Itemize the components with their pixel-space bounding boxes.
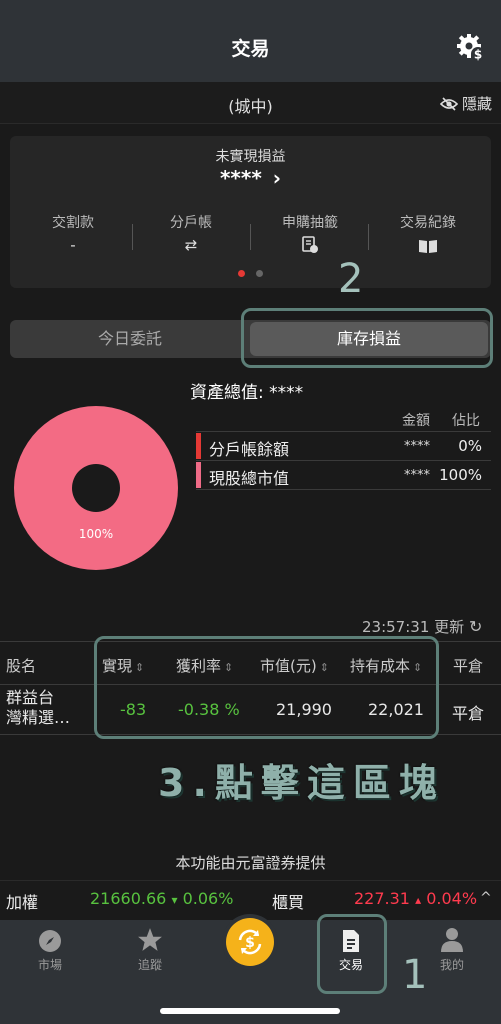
settlement-label[interactable]: 交割款 xyxy=(18,212,128,232)
exchange-coin-icon[interactable]: $ xyxy=(226,918,274,966)
ratio-header: 佔比 xyxy=(452,413,480,429)
index-value-otc: 227.31 ▴ 0.04% xyxy=(354,889,478,908)
legend-color-stock xyxy=(196,462,201,488)
annotation-box-2 xyxy=(241,308,493,368)
divider xyxy=(250,224,251,250)
hide-label: 隱藏 xyxy=(462,95,493,113)
page-dot[interactable] xyxy=(256,270,263,277)
divider xyxy=(196,460,491,461)
col-header-name: 股名 xyxy=(6,657,37,675)
unrealized-pnl-title: 未實現損益 xyxy=(215,149,286,165)
update-time: 23:57:31 xyxy=(362,618,430,636)
down-arrow-icon: ▾ xyxy=(171,893,178,907)
home-indicator xyxy=(160,1008,340,1014)
legend-label-cash: 分戶帳餘額 xyxy=(209,440,290,459)
refresh-icon: ↻ xyxy=(468,617,483,636)
swap-icon: ⇄ xyxy=(184,236,198,254)
index-value-taiex: 21660.66 ▾ 0.06% xyxy=(90,889,234,908)
annotation-box-1 xyxy=(317,914,387,994)
page-dot-active[interactable] xyxy=(238,270,245,277)
unrealized-pnl-value[interactable]: **** › xyxy=(10,166,491,190)
legend-ratio-cash: 0% xyxy=(458,437,482,455)
ipo-document-icon xyxy=(301,236,319,258)
eye-off-icon xyxy=(440,96,458,111)
col-header-close: 平倉 xyxy=(453,657,484,675)
annotation-box-3 xyxy=(94,636,439,739)
up-arrow-icon: ▴ xyxy=(415,893,422,907)
compass-icon[interactable] xyxy=(10,929,90,957)
legend-color-cash xyxy=(196,433,201,459)
close-position-button[interactable]: 平倉 xyxy=(452,700,484,724)
trade-records-label[interactable]: 交易紀錄 xyxy=(373,212,483,232)
annotation-number-2: 2 xyxy=(338,256,364,302)
annotation-caption-3: 3.點擊這區塊 xyxy=(158,761,445,805)
legend-label-stock: 現股總市值 xyxy=(209,469,290,488)
chevron-right-icon: › xyxy=(272,166,282,190)
svg-text:$: $ xyxy=(474,48,482,62)
page-title: 交易 xyxy=(231,38,270,60)
table-row-stock-name[interactable]: 群益台 灣精選… xyxy=(6,688,70,728)
chevron-up-icon[interactable]: ^ xyxy=(480,890,492,906)
index-name-otc: 櫃買 xyxy=(272,893,305,912)
star-icon[interactable] xyxy=(110,927,190,957)
ipo-lottery-label[interactable]: 申購抽籤 xyxy=(255,212,365,232)
refresh-button[interactable]: 23:57:31 更新 ↻ xyxy=(362,616,482,637)
tab-me[interactable]: 我的 xyxy=(412,956,492,973)
sub-account-label[interactable]: 分戶帳 xyxy=(136,212,246,232)
total-assets: 資產總值: **** xyxy=(190,383,304,403)
book-icon xyxy=(418,238,438,258)
tab-watchlist[interactable]: 追蹤 xyxy=(110,956,190,973)
update-label: 更新 xyxy=(434,618,465,636)
hide-toggle-button[interactable]: 隱藏 xyxy=(440,93,492,114)
branch-name: (城中) xyxy=(228,97,273,116)
legend-ratio-stock: 100% xyxy=(439,466,482,484)
donut-label: 100% xyxy=(79,527,113,541)
asset-donut-chart: 100% xyxy=(14,406,178,570)
unrealized-pnl-amount: **** xyxy=(219,166,262,190)
index-name-taiex: 加權 xyxy=(6,893,39,912)
svg-text:$: $ xyxy=(245,935,255,951)
divider xyxy=(132,224,133,250)
amount-header: 金額 xyxy=(402,413,430,429)
tab-market[interactable]: 市場 xyxy=(10,956,90,973)
divider xyxy=(368,224,369,250)
divider xyxy=(196,431,491,432)
tab-today-orders[interactable]: 今日委託 xyxy=(10,320,250,358)
person-icon[interactable] xyxy=(412,927,492,957)
settlement-value: - xyxy=(70,236,76,254)
provider-note: 本功能由元富證券提供 xyxy=(175,854,326,872)
divider xyxy=(196,489,491,490)
settings-gear-icon[interactable]: $ xyxy=(456,32,486,62)
